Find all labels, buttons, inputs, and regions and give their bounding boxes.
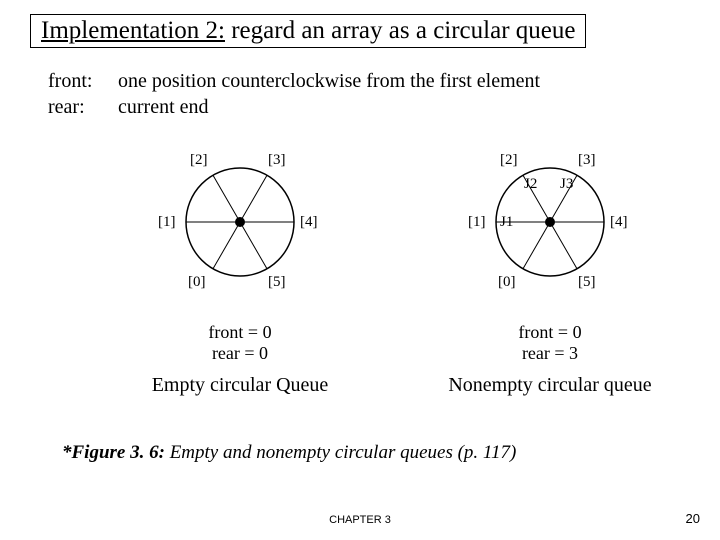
figure-lead: *Figure 3. 6: (62, 442, 165, 463)
wheel-icon (400, 140, 700, 300)
title-rest: regard an array as a circular queue (225, 17, 575, 44)
title-box: Implementation 2: regard an array as a c… (30, 14, 586, 48)
slide: Implementation 2: regard an array as a c… (0, 0, 720, 540)
front-label: front: (48, 68, 118, 94)
figure-rest: Empty and nonempty circular queues (p. 1… (165, 442, 516, 463)
rear-state: rear = 3 (400, 343, 700, 364)
empty-queue-diagram: [0] [1] [2] [3] [4] [5] front = 0 rear =… (90, 140, 390, 397)
data-label: J3 (560, 176, 573, 193)
idx-label: [0] (498, 274, 516, 291)
idx-label: [5] (268, 274, 286, 291)
rear-label: rear: (48, 94, 118, 120)
front-state: front = 0 (90, 322, 390, 343)
nonempty-queue-diagram: [0] [1] [2] [3] [4] [5] J1 J2 J3 front =… (400, 140, 700, 397)
idx-label: [1] (468, 214, 486, 231)
idx-label: [4] (300, 214, 318, 231)
idx-label: [5] (578, 274, 596, 291)
idx-label: [3] (578, 152, 596, 169)
page-number: 20 (686, 511, 700, 526)
idx-label: [2] (190, 152, 208, 169)
idx-label: [2] (500, 152, 518, 169)
idx-label: [4] (610, 214, 628, 231)
rear-state: rear = 0 (90, 343, 390, 364)
data-label: J2 (524, 176, 537, 193)
figure-caption: *Figure 3. 6: Empty and nonempty circula… (62, 442, 516, 464)
title-underlined: Implementation 2: (41, 17, 225, 44)
idx-label: [3] (268, 152, 286, 169)
nonempty-caption: Nonempty circular queue (400, 374, 700, 397)
definitions: front: one position counterclockwise fro… (48, 68, 540, 120)
rear-text: current end (118, 94, 209, 120)
idx-label: [0] (188, 274, 206, 291)
wheel-icon (90, 140, 390, 300)
data-label: J1 (500, 214, 513, 231)
empty-caption: Empty circular Queue (90, 374, 390, 397)
chapter-footer: CHAPTER 3 (0, 514, 720, 526)
front-state: front = 0 (400, 322, 700, 343)
idx-label: [1] (158, 214, 176, 231)
front-text: one position counterclockwise from the f… (118, 68, 540, 94)
